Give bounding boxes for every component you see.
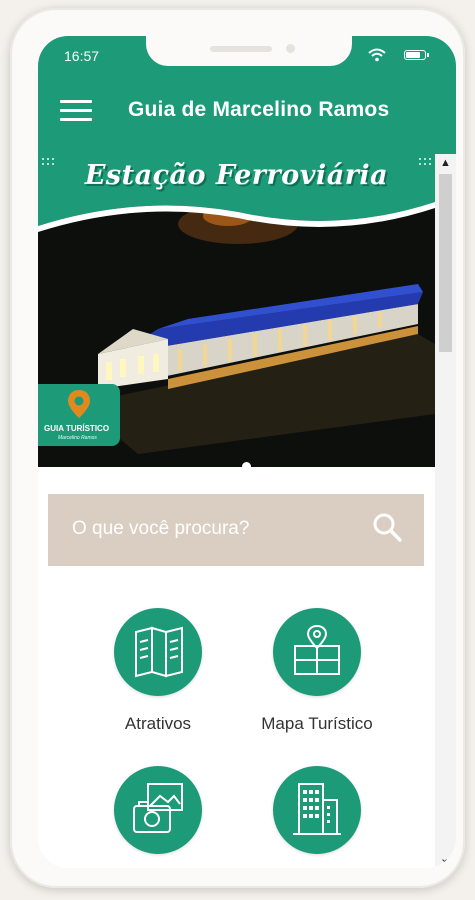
guide-logo: GUIA TURÍSTICO Marcelino Ramos [38,384,120,446]
hamburger-icon [60,100,92,103]
location-pin-icon [68,390,90,418]
tile-label: Mapa Turístico [261,714,373,733]
tile-photos[interactable] [73,766,243,868]
tile-circle [273,608,361,696]
app-screen: 16:57 Guia de Marcelino Ramos Estação Fe… [38,36,456,868]
scroll-down-icon[interactable]: ⌄ [440,852,449,865]
search-icon[interactable] [370,510,404,544]
page-title: Guia de Marcelino Ramos [128,98,390,121]
phone-notch [146,36,352,66]
tile-buildings[interactable] [232,766,402,868]
logo-subtext: Marcelino Ramos [58,435,97,441]
carousel-indicator-dot[interactable] [242,462,251,467]
tile-label: Atrativos [124,714,192,733]
buildings-icon [293,783,341,835]
search-input[interactable]: O que você procura? [48,494,424,566]
tile-circle [114,766,202,854]
photos-icon [133,783,183,833]
battery-icon [404,50,429,60]
camera [286,44,295,53]
scroll-up-icon[interactable]: ▲ [440,157,451,169]
tile-atrativos[interactable]: Atrativos [73,608,243,734]
banner-title: Estação Ferroviária [84,160,389,191]
tile-mapa-turistico[interactable]: Mapa Turístico [232,608,402,734]
tile-circle [114,608,202,696]
scrollbar-thumb[interactable] [439,174,452,352]
scrollbar[interactable]: ▲ ⌄ [435,154,456,868]
brochure-icon [135,626,183,678]
phone-frame: 16:57 Guia de Marcelino Ramos Estação Fe… [10,8,465,888]
wifi-icon [368,48,386,62]
map-icon [294,624,340,675]
menu-button[interactable] [60,100,92,124]
speaker [210,46,272,52]
banner-carousel[interactable]: Estação Ferroviária GUIA TURÍSTICO Marce… [38,154,435,467]
logo-text: GUIA TURÍSTICO [44,424,110,433]
tile-circle [273,766,361,854]
status-time: 16:57 [64,48,100,64]
search-placeholder: O que você procura? [72,518,250,539]
app-bar: 16:57 Guia de Marcelino Ramos [38,36,456,154]
